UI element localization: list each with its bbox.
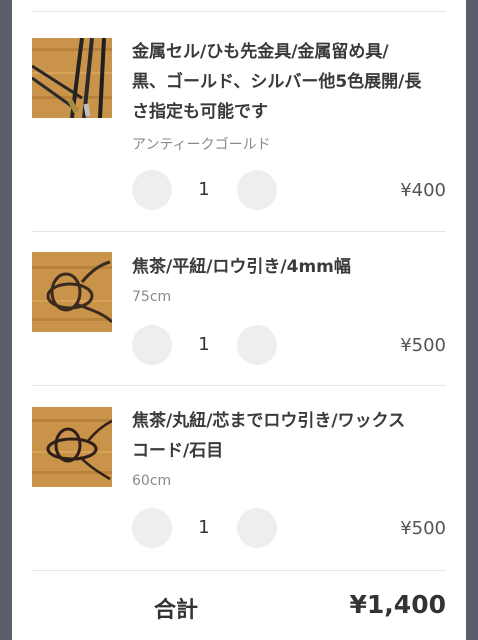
divider	[32, 570, 446, 571]
item-price: ¥500	[400, 518, 446, 539]
total-value: ¥1,400	[349, 590, 446, 619]
product-thumbnail[interactable]	[32, 38, 112, 118]
divider	[32, 11, 446, 12]
divider	[32, 385, 446, 386]
item-title[interactable]: 焦茶/丸紐/芯までロウ引き/ワックスコード/石目	[132, 406, 422, 466]
item-title[interactable]: 金属セル/ひも先金具/金属留め具/黒、ゴールド、シルバー他5色展開/長さ指定も可…	[132, 37, 422, 127]
decrease-quantity-button[interactable]	[132, 508, 172, 548]
quantity-value: 1	[198, 179, 210, 200]
item-variant: 75cm	[132, 289, 172, 305]
quantity-value: 1	[198, 517, 210, 538]
increase-quantity-button[interactable]	[237, 325, 277, 365]
cart-sheet: 金属セル/ひも先金具/金属留め具/黒、ゴールド、シルバー他5色展開/長さ指定も可…	[12, 0, 466, 640]
quantity-value: 1	[198, 334, 210, 355]
increase-quantity-button[interactable]	[237, 170, 277, 210]
metal-shoelace-tips-photo	[32, 38, 112, 118]
product-thumbnail[interactable]	[32, 407, 112, 487]
brown-flat-waxed-lace-photo	[32, 252, 112, 332]
item-variant: アンティークゴールド	[132, 137, 271, 153]
total-label: 合計	[154, 598, 199, 623]
item-price: ¥500	[400, 335, 446, 356]
brown-round-waxed-cord-photo	[32, 407, 112, 487]
increase-quantity-button[interactable]	[237, 508, 277, 548]
product-thumbnail[interactable]	[32, 252, 112, 332]
item-variant: 60cm	[132, 473, 172, 489]
decrease-quantity-button[interactable]	[132, 170, 172, 210]
item-price: ¥400	[400, 180, 446, 201]
item-title[interactable]: 焦茶/平紐/ロウ引き/4mm幅	[132, 252, 422, 282]
decrease-quantity-button[interactable]	[132, 325, 172, 365]
divider	[32, 231, 446, 232]
